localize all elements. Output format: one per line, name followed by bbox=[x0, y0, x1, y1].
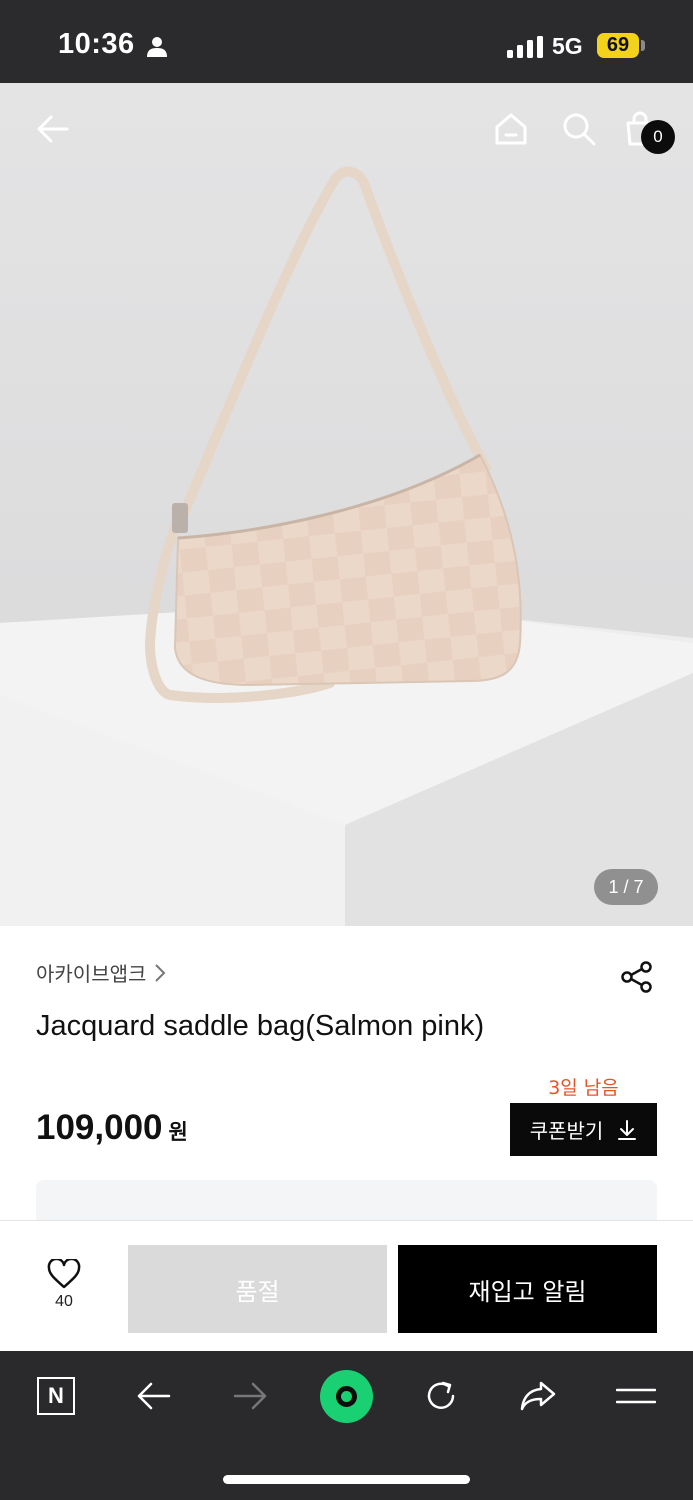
signal-bars-icon bbox=[507, 36, 543, 58]
share-button[interactable] bbox=[618, 958, 656, 996]
browser-back-button[interactable] bbox=[124, 1371, 184, 1421]
restock-label: 재입고 알림 bbox=[468, 1277, 587, 1306]
coupon-download-button[interactable]: 쿠폰받기 bbox=[510, 1103, 657, 1156]
search-button[interactable] bbox=[555, 105, 603, 153]
person-icon bbox=[147, 37, 167, 57]
battery-tip bbox=[641, 40, 645, 51]
home-icon bbox=[495, 113, 527, 145]
browser-menu-button[interactable] bbox=[606, 1371, 666, 1421]
home-button[interactable] bbox=[487, 105, 535, 153]
heart-icon bbox=[47, 1259, 81, 1289]
soldout-button[interactable]: 품절 bbox=[128, 1245, 387, 1333]
price-row: 109,000 원 bbox=[36, 1108, 188, 1148]
product-image-gallery[interactable]: 0 1 / 7 bbox=[0, 83, 693, 926]
download-icon bbox=[618, 1119, 637, 1140]
restock-alert-button[interactable]: 재입고 알림 bbox=[398, 1245, 657, 1333]
reload-button[interactable] bbox=[411, 1371, 471, 1421]
like-count: 40 bbox=[55, 1293, 73, 1310]
brand-link[interactable]: 아카이브앱크 bbox=[36, 958, 166, 987]
menu-icon bbox=[616, 1388, 656, 1404]
share-nodes-icon bbox=[621, 961, 652, 993]
like-button[interactable]: 40 bbox=[36, 1259, 92, 1321]
network-label: 5G bbox=[552, 33, 583, 59]
cart-count-badge: 0 bbox=[641, 120, 675, 154]
green-dot-button[interactable] bbox=[320, 1370, 373, 1423]
status-time: 10:36 bbox=[58, 28, 135, 60]
price-unit: 원 bbox=[168, 1120, 188, 1144]
coupon-days-left: 3일 남음 bbox=[548, 1077, 619, 1099]
naver-logo-icon: N bbox=[37, 1377, 75, 1415]
gallery-page-indicator: 1 / 7 bbox=[594, 869, 658, 905]
product-title: Jacquard saddle bag(Salmon pink) bbox=[36, 1010, 485, 1042]
back-arrow-icon bbox=[37, 115, 69, 143]
battery-indicator: 69 bbox=[597, 33, 639, 58]
back-icon bbox=[137, 1382, 171, 1410]
back-button[interactable] bbox=[29, 105, 77, 153]
purchase-action-bar: 40 품절 재입고 알림 bbox=[0, 1220, 693, 1351]
chevron-right-icon bbox=[155, 963, 166, 982]
share-icon bbox=[520, 1381, 556, 1411]
green-dot-icon bbox=[336, 1386, 357, 1407]
search-icon bbox=[563, 113, 596, 146]
reload-icon bbox=[427, 1381, 455, 1409]
browser-share-button[interactable] bbox=[508, 1371, 568, 1421]
soldout-label: 품절 bbox=[235, 1277, 280, 1306]
status-bar: 10:36 5G 69 bbox=[0, 0, 693, 83]
browser-forward-button[interactable] bbox=[220, 1371, 280, 1421]
naver-home-button[interactable]: N bbox=[26, 1371, 86, 1421]
home-indicator bbox=[223, 1475, 470, 1484]
product-price: 109,000 bbox=[36, 1108, 163, 1147]
product-photo bbox=[0, 83, 693, 926]
browser-toolbar: N bbox=[0, 1351, 693, 1500]
brand-name: 아카이브앱크 bbox=[36, 962, 147, 986]
forward-icon bbox=[233, 1382, 267, 1410]
coupon-button-label: 쿠폰받기 bbox=[529, 1119, 604, 1143]
